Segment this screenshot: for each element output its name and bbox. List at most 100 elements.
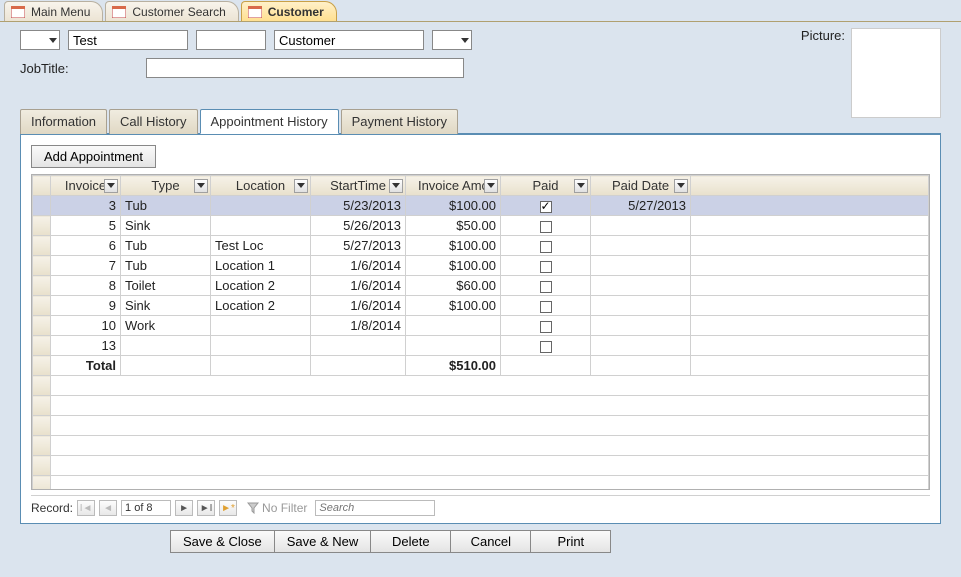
row-selector[interactable] — [33, 296, 51, 316]
cell-location[interactable]: Location 2 — [211, 296, 311, 316]
cell-amount[interactable] — [406, 316, 501, 336]
paid-checkbox[interactable] — [540, 281, 552, 293]
tab-information[interactable]: Information — [20, 109, 107, 134]
cell-type[interactable]: Tub — [121, 256, 211, 276]
cell-location[interactable] — [211, 216, 311, 236]
paid-checkbox[interactable] — [540, 221, 552, 233]
save-close-button[interactable]: Save & Close — [170, 530, 275, 553]
row-selector[interactable] — [33, 196, 51, 216]
row-selector[interactable] — [33, 316, 51, 336]
cell-starttime[interactable]: 1/6/2014 — [311, 256, 406, 276]
select-all-corner[interactable] — [33, 176, 51, 196]
tab-customer[interactable]: Customer — [241, 1, 337, 21]
chevron-down-icon[interactable] — [389, 179, 403, 193]
search-input[interactable] — [315, 500, 435, 516]
tab-main-menu[interactable]: Main Menu — [4, 1, 103, 21]
cell-amount[interactable]: $100.00 — [406, 236, 501, 256]
cell-paid[interactable] — [501, 256, 591, 276]
cell-invoice[interactable]: 3 — [51, 196, 121, 216]
tab-appointment-history[interactable]: Appointment History — [200, 109, 339, 134]
cell-type[interactable] — [121, 336, 211, 356]
col-paid-date[interactable]: Paid Date — [591, 176, 691, 196]
cell-starttime[interactable]: 1/6/2014 — [311, 276, 406, 296]
cell-paid-date[interactable] — [591, 236, 691, 256]
cell-paid-date[interactable] — [591, 336, 691, 356]
cell-paid-date[interactable] — [591, 296, 691, 316]
paid-checkbox[interactable] — [540, 201, 552, 213]
cancel-button[interactable]: Cancel — [451, 530, 531, 553]
cell-type[interactable]: Sink — [121, 216, 211, 236]
save-new-button[interactable]: Save & New — [275, 530, 372, 553]
cell-starttime[interactable]: 5/26/2013 — [311, 216, 406, 236]
cell-paid-date[interactable] — [591, 316, 691, 336]
cell-starttime[interactable] — [311, 336, 406, 356]
cell-paid-date[interactable] — [591, 256, 691, 276]
cell-location[interactable] — [211, 196, 311, 216]
cell-amount[interactable]: $60.00 — [406, 276, 501, 296]
picture-box[interactable] — [851, 28, 941, 118]
cell-paid[interactable] — [501, 216, 591, 236]
appointments-grid[interactable]: Invoice Type Location StartTime Invoice … — [31, 174, 930, 490]
col-location[interactable]: Location — [211, 176, 311, 196]
cell-invoice[interactable]: 10 — [51, 316, 121, 336]
cell-amount[interactable]: $50.00 — [406, 216, 501, 236]
cell-location[interactable] — [211, 316, 311, 336]
cell-paid-date[interactable] — [591, 276, 691, 296]
cell-paid[interactable] — [501, 196, 591, 216]
jobtitle-field[interactable] — [146, 58, 464, 78]
col-paid[interactable]: Paid — [501, 176, 591, 196]
col-invoice-amt[interactable]: Invoice Amc — [406, 176, 501, 196]
paid-checkbox[interactable] — [540, 341, 552, 353]
tab-call-history[interactable]: Call History — [109, 109, 197, 134]
filter-indicator[interactable]: No Filter — [247, 501, 307, 515]
row-selector[interactable] — [33, 216, 51, 236]
chevron-down-icon[interactable] — [194, 179, 208, 193]
nav-first-button[interactable]: I◄ — [77, 500, 95, 516]
cell-paid[interactable] — [501, 316, 591, 336]
nav-new-button[interactable]: ►* — [219, 500, 237, 516]
cell-invoice[interactable]: 9 — [51, 296, 121, 316]
paid-checkbox[interactable] — [540, 301, 552, 313]
chevron-down-icon[interactable] — [294, 179, 308, 193]
table-row[interactable]: 3Tub5/23/2013$100.005/27/2013 — [33, 196, 929, 216]
cell-invoice[interactable]: 6 — [51, 236, 121, 256]
cell-type[interactable]: Work — [121, 316, 211, 336]
nav-last-button[interactable]: ►I — [197, 500, 215, 516]
cell-amount[interactable] — [406, 336, 501, 356]
middle-name-field[interactable] — [196, 30, 266, 50]
cell-starttime[interactable]: 5/23/2013 — [311, 196, 406, 216]
cell-invoice[interactable]: 5 — [51, 216, 121, 236]
cell-paid[interactable] — [501, 236, 591, 256]
paid-checkbox[interactable] — [540, 321, 552, 333]
cell-invoice[interactable]: 13 — [51, 336, 121, 356]
paid-checkbox[interactable] — [540, 241, 552, 253]
table-row[interactable]: 9SinkLocation 21/6/2014$100.00 — [33, 296, 929, 316]
cell-type[interactable]: Sink — [121, 296, 211, 316]
chevron-down-icon[interactable] — [574, 179, 588, 193]
prefix-dropdown[interactable] — [20, 30, 60, 50]
cell-location[interactable] — [211, 336, 311, 356]
chevron-down-icon[interactable] — [674, 179, 688, 193]
col-invoice[interactable]: Invoice — [51, 176, 121, 196]
add-appointment-button[interactable]: Add Appointment — [31, 145, 156, 168]
paid-checkbox[interactable] — [540, 261, 552, 273]
cell-type[interactable]: Toilet — [121, 276, 211, 296]
record-position[interactable]: 1 of 8 — [121, 500, 171, 516]
cell-starttime[interactable]: 1/6/2014 — [311, 296, 406, 316]
table-row[interactable]: 8ToiletLocation 21/6/2014$60.00 — [33, 276, 929, 296]
chevron-down-icon[interactable] — [484, 179, 498, 193]
row-selector[interactable] — [33, 276, 51, 296]
table-row[interactable]: 13 — [33, 336, 929, 356]
tab-payment-history[interactable]: Payment History — [341, 109, 458, 134]
col-starttime[interactable]: StartTime — [311, 176, 406, 196]
cell-amount[interactable]: $100.00 — [406, 196, 501, 216]
cell-location[interactable]: Test Loc — [211, 236, 311, 256]
cell-paid-date[interactable]: 5/27/2013 — [591, 196, 691, 216]
table-row[interactable]: 7TubLocation 11/6/2014$100.00 — [33, 256, 929, 276]
cell-starttime[interactable]: 5/27/2013 — [311, 236, 406, 256]
chevron-down-icon[interactable] — [104, 179, 118, 193]
cell-invoice[interactable]: 7 — [51, 256, 121, 276]
cell-paid[interactable] — [501, 276, 591, 296]
col-type[interactable]: Type — [121, 176, 211, 196]
row-selector[interactable] — [33, 256, 51, 276]
